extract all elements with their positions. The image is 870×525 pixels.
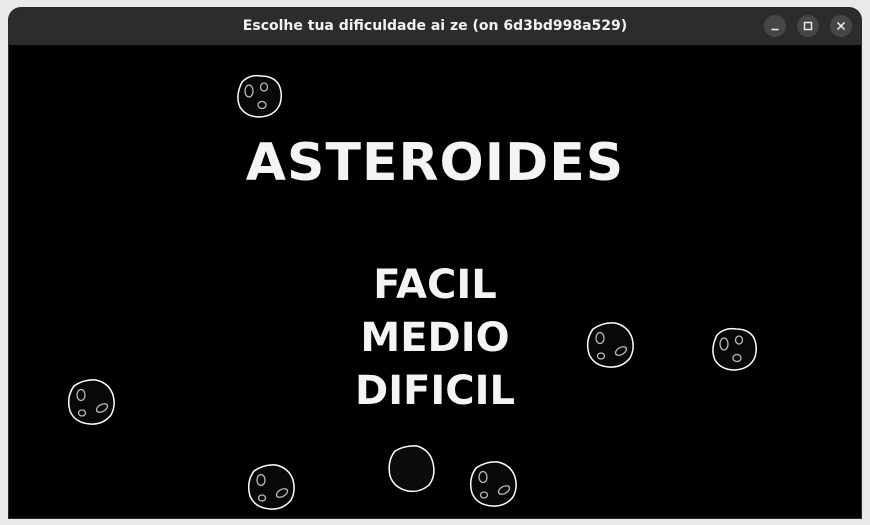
game-title: ASTEROIDES bbox=[245, 133, 625, 193]
asteroid-icon bbox=[388, 445, 435, 493]
game-window: Escolhe tua dificuldade ai ze (on 6d3bd9… bbox=[9, 8, 861, 518]
minimize-icon bbox=[771, 28, 779, 31]
game-canvas[interactable]: ASTEROIDES FACIL MEDIO DIFICIL bbox=[9, 45, 861, 518]
difficulty-dificil-option[interactable]: DIFICIL bbox=[9, 366, 861, 416]
title-bar[interactable]: Escolhe tua dificuldade ai ze (on 6d3bd9… bbox=[9, 8, 861, 45]
window-title: Escolhe tua dificuldade ai ze (on 6d3bd9… bbox=[242, 18, 628, 34]
maximize-icon bbox=[803, 21, 813, 31]
asteroid-icon bbox=[247, 464, 295, 510]
close-button[interactable] bbox=[830, 15, 852, 37]
difficulty-medio-option[interactable]: MEDIO bbox=[9, 313, 861, 363]
asteroid-icon bbox=[469, 461, 517, 507]
asteroid-icon bbox=[237, 74, 283, 118]
maximize-button[interactable] bbox=[797, 15, 819, 37]
minimize-button[interactable] bbox=[764, 15, 786, 37]
difficulty-facil-option[interactable]: FACIL bbox=[9, 260, 861, 310]
close-icon bbox=[836, 21, 846, 31]
